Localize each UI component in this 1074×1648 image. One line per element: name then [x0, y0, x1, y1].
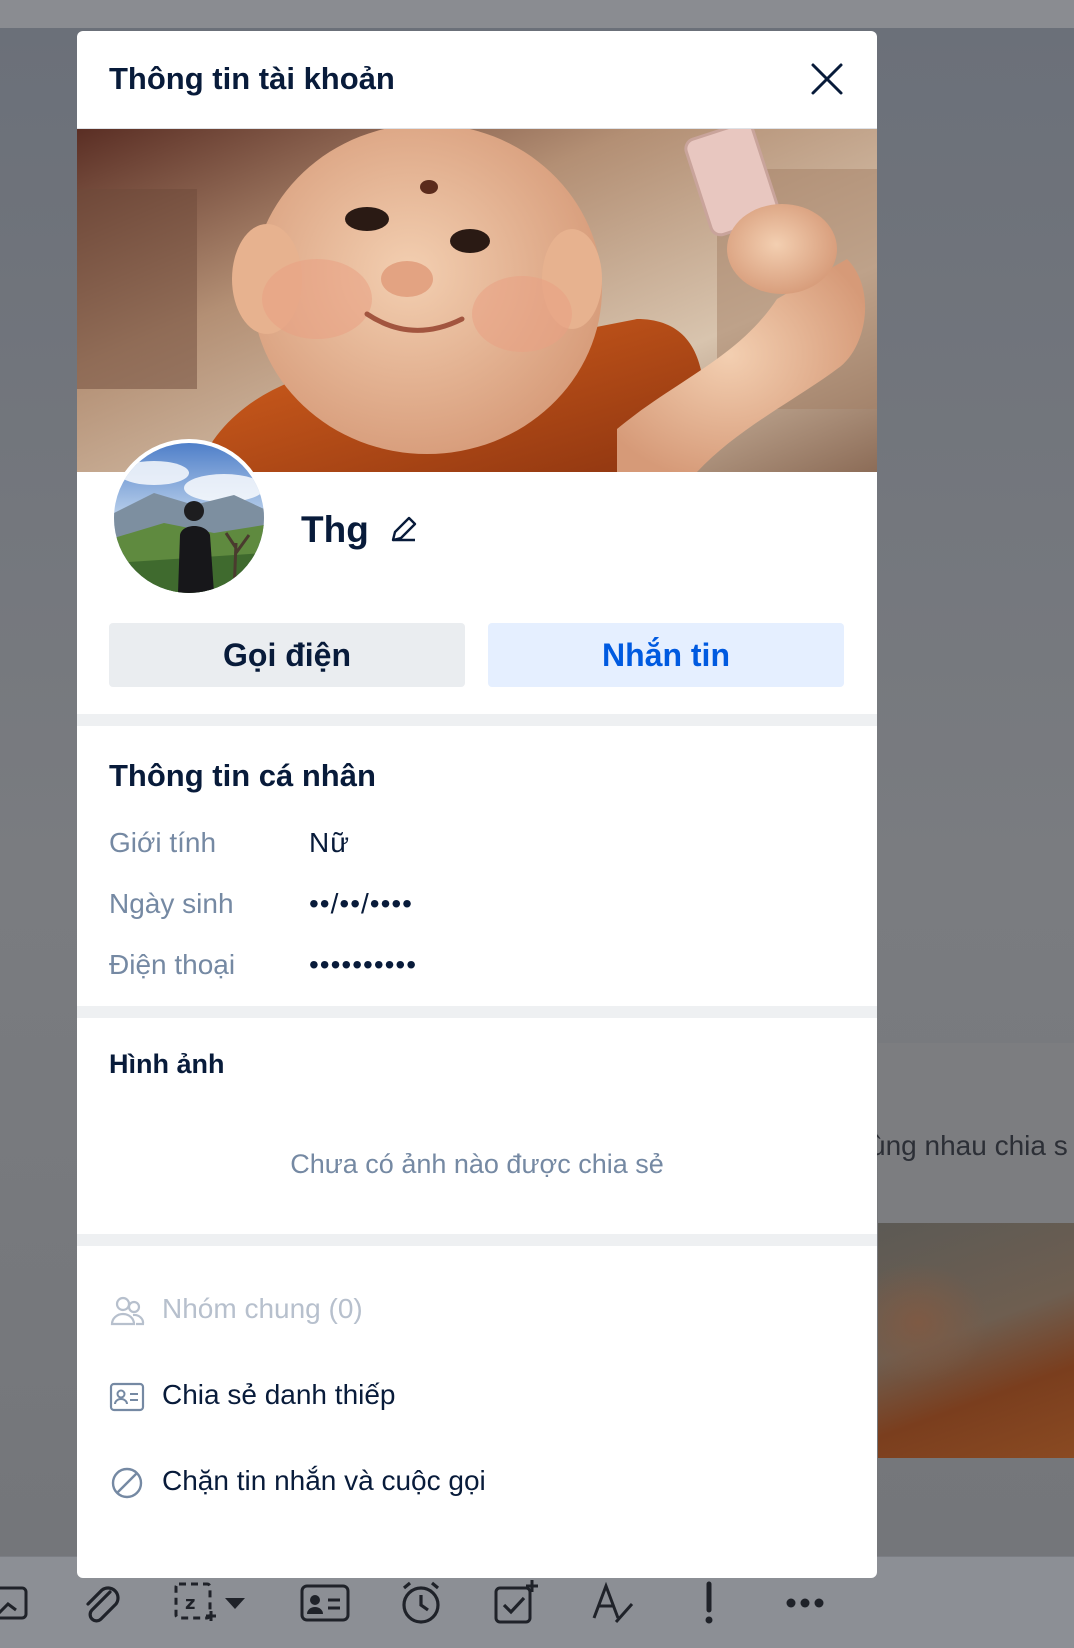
birthday-value: ••/••/•••• [309, 888, 413, 919]
phone-value: •••••••••• [309, 949, 418, 980]
account-info-modal: Thông tin tài khoản Thg Gọi điện Nhắn ti… [77, 31, 877, 1578]
profile-name: Thg [301, 509, 369, 550]
pencil-icon [391, 516, 417, 542]
attachment-icon[interactable] [76, 1578, 126, 1628]
block-item[interactable]: Chặn tin nhắn và cuộc gọi [109, 1463, 849, 1503]
photos-title: Hình ảnh [109, 1049, 225, 1079]
modal-title: Thông tin tài khoản [109, 61, 395, 96]
section-divider [77, 1006, 877, 1018]
contact-card-icon[interactable] [300, 1578, 350, 1628]
background-chat-image [878, 1223, 1074, 1458]
phone-label: Điện thoại [109, 949, 236, 980]
cover-photo[interactable] [77, 129, 877, 472]
close-button[interactable] [805, 57, 849, 101]
share-contact-label: Chia sẻ danh thiếp [162, 1379, 396, 1410]
common-groups-label: Nhóm chung (0) [162, 1293, 363, 1324]
reminder-clock-icon[interactable] [396, 1578, 446, 1628]
group-icon [109, 1293, 145, 1329]
contact-card-icon [109, 1379, 145, 1415]
modal-header: Thông tin tài khoản [77, 31, 877, 129]
screenshot-icon[interactable]: z [170, 1578, 220, 1628]
background-card-text: ùng nhau chia s [870, 1130, 1068, 1161]
gender-value: Nữ [309, 827, 350, 858]
more-icon[interactable] [780, 1578, 830, 1628]
call-button[interactable]: Gọi điện [109, 623, 465, 687]
close-icon [811, 63, 843, 95]
dropdown-arrow-icon[interactable] [220, 1578, 250, 1628]
avatar[interactable] [110, 439, 268, 597]
edit-name-button[interactable] [387, 512, 421, 546]
personal-info-title: Thông tin cá nhân [109, 758, 376, 793]
app-top-bar [0, 0, 1074, 28]
block-icon [109, 1465, 145, 1501]
share-contact-item[interactable]: Chia sẻ danh thiếp [109, 1377, 849, 1417]
image-icon[interactable] [0, 1578, 42, 1628]
gender-label: Giới tính [109, 827, 217, 858]
photos-empty-text: Chưa có ảnh nào được chia sẻ [290, 1149, 664, 1179]
section-divider [77, 1234, 877, 1246]
text-format-icon[interactable] [588, 1578, 638, 1628]
common-groups-item[interactable]: Nhóm chung (0) [109, 1291, 849, 1331]
svg-text:z: z [185, 1593, 195, 1614]
urgent-icon[interactable] [684, 1578, 734, 1628]
section-divider [77, 714, 877, 726]
message-button[interactable]: Nhắn tin [488, 623, 844, 687]
birthday-label: Ngày sinh [109, 888, 234, 919]
block-label: Chặn tin nhắn và cuộc gọi [162, 1465, 486, 1496]
task-icon[interactable] [492, 1578, 542, 1628]
